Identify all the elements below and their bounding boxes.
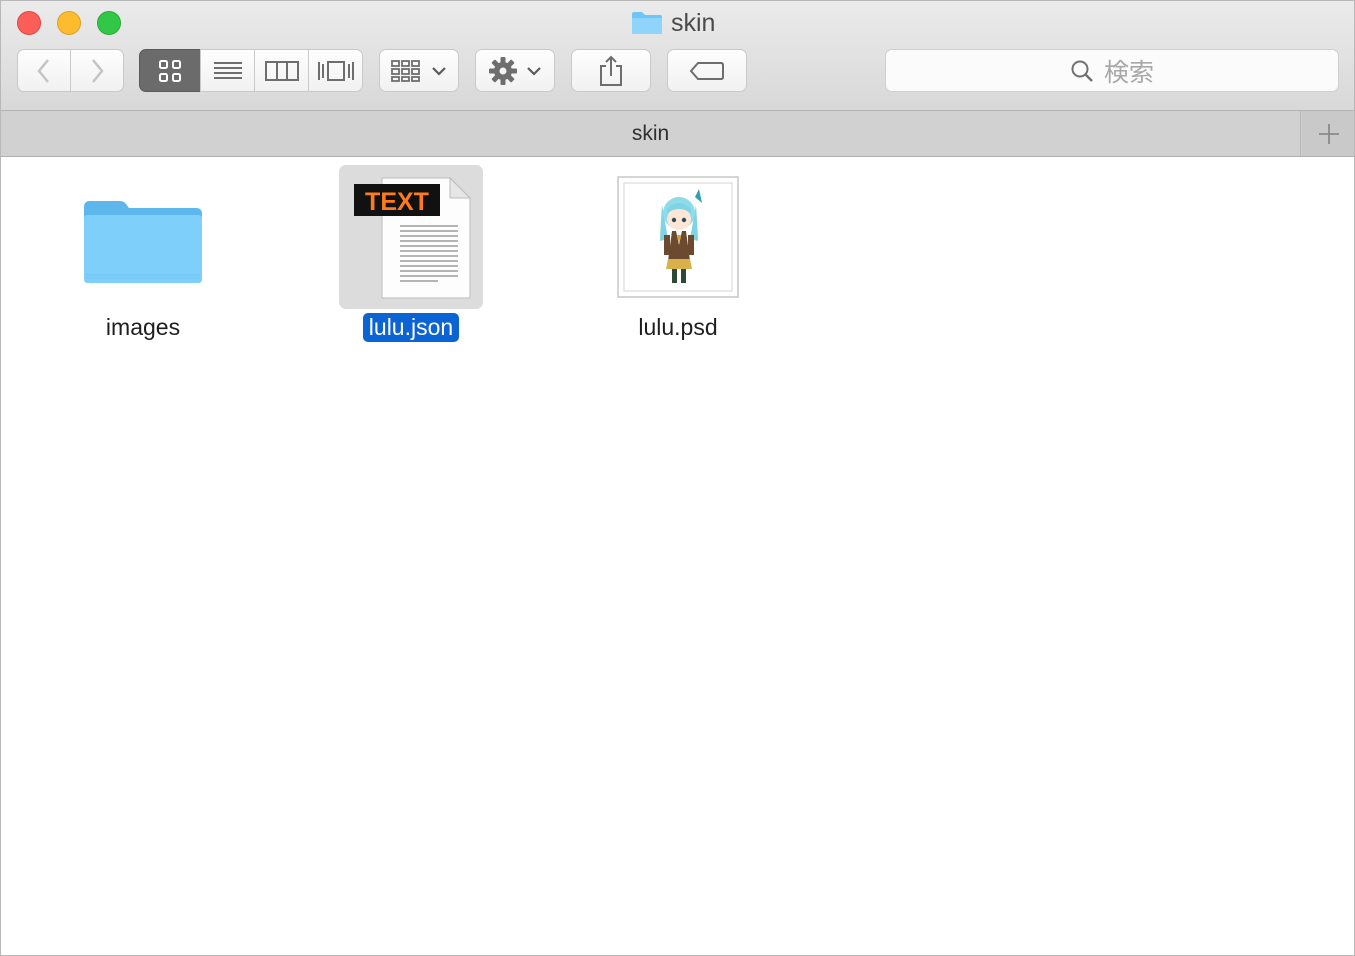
tab-skin[interactable]: skin xyxy=(1,111,1301,156)
file-name: lulu.json xyxy=(362,313,460,342)
tab-bar: skin xyxy=(1,111,1354,157)
finder-window: skin 検索 skin images TEXT lulu.json lulu.… xyxy=(0,0,1355,956)
tag-icon xyxy=(689,61,724,80)
file-icon-wrap xyxy=(606,165,750,309)
file-icon-wrap: TEXT xyxy=(339,165,483,309)
column-view-icon xyxy=(264,60,299,81)
titlebar-toolbar: skin 検索 xyxy=(1,1,1354,111)
list-view-button[interactable] xyxy=(200,49,255,92)
forward-button[interactable] xyxy=(70,49,124,92)
minimize-button[interactable] xyxy=(57,11,81,35)
search-placeholder: 検索 xyxy=(1103,58,1154,87)
image-thumbnail-icon xyxy=(617,176,739,298)
folder-icon xyxy=(632,12,662,34)
new-tab-button[interactable] xyxy=(1302,111,1354,156)
search-icon xyxy=(1071,60,1093,82)
file-name: lulu.psd xyxy=(638,314,718,340)
search-field[interactable]: 検索 xyxy=(885,49,1339,92)
icon-view-icon xyxy=(159,59,181,82)
file-grid: images TEXT lulu.json lulu.psd xyxy=(1,157,1354,955)
window-title: skin xyxy=(631,7,715,39)
file-item-images[interactable]: images xyxy=(43,165,243,355)
share-icon xyxy=(600,55,622,86)
list-view-icon xyxy=(213,61,242,79)
icon-view-button[interactable] xyxy=(139,49,201,92)
chevron-right-icon xyxy=(92,58,104,83)
back-button[interactable] xyxy=(17,49,71,92)
plus-icon xyxy=(1319,123,1339,144)
tag-button[interactable] xyxy=(667,49,747,92)
arrange-grid-icon xyxy=(391,59,420,82)
action-button[interactable] xyxy=(475,49,555,92)
close-button[interactable] xyxy=(17,11,41,35)
file-item-lulu-json[interactable]: TEXT lulu.json xyxy=(311,165,511,355)
text-badge: TEXT xyxy=(365,188,429,216)
cover-flow-view-button[interactable] xyxy=(308,49,363,92)
chevron-down-icon xyxy=(432,66,446,76)
chevron-down-icon xyxy=(527,66,541,76)
file-item-lulu-psd[interactable]: lulu.psd xyxy=(578,165,778,355)
share-button[interactable] xyxy=(571,49,651,92)
file-name: images xyxy=(105,314,181,340)
arrange-button[interactable] xyxy=(379,49,459,92)
folder-icon xyxy=(84,201,202,283)
text-document-icon: TEXT xyxy=(354,176,472,299)
cover-flow-view-icon xyxy=(317,60,354,81)
zoom-button[interactable] xyxy=(97,11,121,35)
tab-label: skin xyxy=(631,121,670,145)
file-icon-wrap xyxy=(71,165,215,309)
chevron-left-icon xyxy=(37,58,49,83)
window-title-text: skin xyxy=(671,8,716,37)
column-view-button[interactable] xyxy=(254,49,309,92)
gear-icon xyxy=(489,56,517,85)
